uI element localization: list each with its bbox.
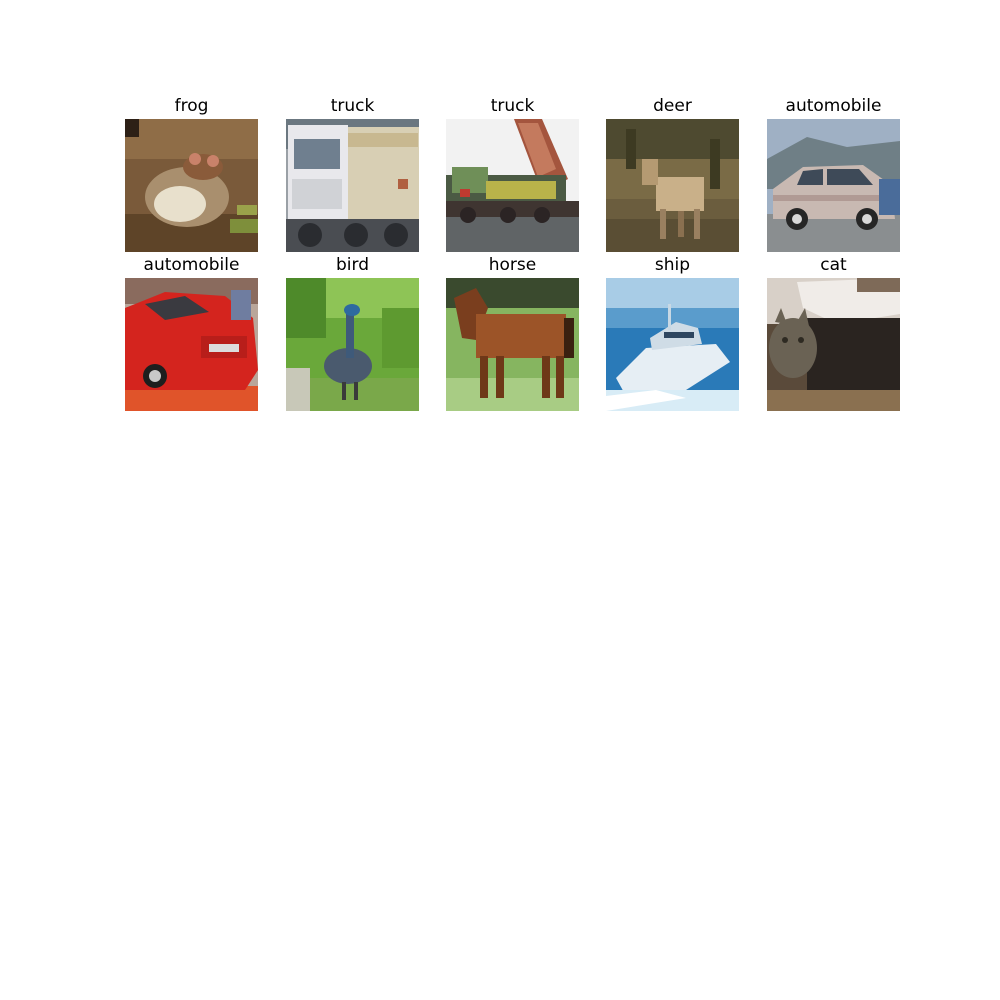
horse-image (446, 278, 579, 411)
bird-image (286, 278, 419, 411)
image-label: truck (490, 96, 535, 116)
image-label: automobile (785, 96, 882, 116)
image-label: cat (820, 255, 847, 275)
cat-image (767, 278, 900, 411)
image-label: deer (653, 96, 692, 116)
image-label: bird (336, 255, 369, 275)
automobile-image (125, 278, 258, 411)
ship-image (606, 278, 739, 411)
deer-image (606, 119, 739, 252)
image-grid-figure: frog truck truck deer automobile automob… (0, 0, 1000, 1000)
image-label: ship (654, 255, 691, 275)
frog-image (125, 119, 258, 252)
truck-image (446, 119, 579, 252)
image-label: truck (330, 96, 375, 116)
automobile-image (767, 119, 900, 252)
image-label: horse (488, 255, 537, 275)
image-label: automobile (143, 255, 240, 275)
image-label: frog (174, 96, 209, 116)
truck-image (286, 119, 419, 252)
